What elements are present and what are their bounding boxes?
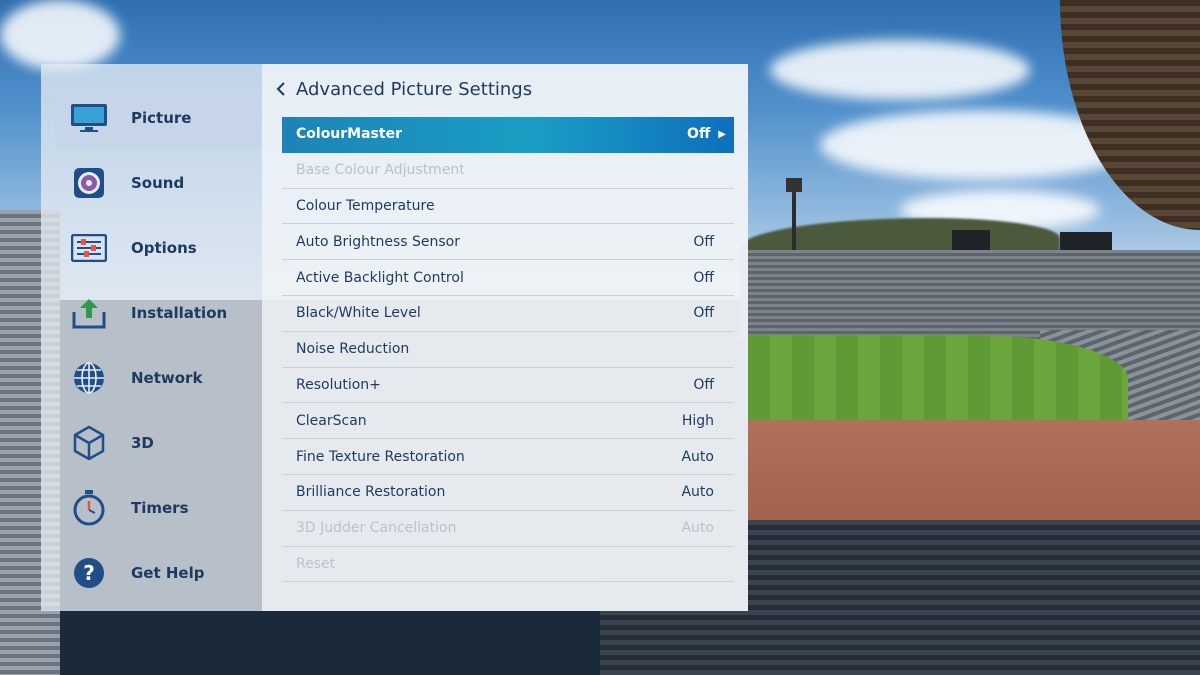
sidebar-item-network[interactable]: Network [55, 348, 261, 408]
setting-label: Auto Brightness Sensor [296, 233, 460, 250]
setting-label: Noise Reduction [296, 341, 410, 358]
sidebar: Picture Sound Options Installation Netwo… [41, 64, 262, 611]
sidebar-item-label: Installation [131, 304, 228, 322]
light-pole-head [786, 178, 802, 192]
globe-icon [67, 356, 111, 400]
sidebar-item-options[interactable]: Options [55, 218, 261, 278]
settings-list: ColourMaster Off ▶ Base Colour Adjustmen… [282, 117, 734, 583]
sidebar-item-installation[interactable]: Installation [55, 283, 261, 343]
setting-row-active-backlight-control[interactable]: Active Backlight Control Off [282, 260, 734, 296]
setting-label: Brilliance Restoration [296, 484, 446, 501]
setting-row-fine-texture-restoration[interactable]: Fine Texture Restoration Auto [282, 439, 734, 475]
setting-row-auto-brightness-sensor[interactable]: Auto Brightness Sensor Off [282, 224, 734, 261]
sidebar-item-timers[interactable]: Timers [55, 478, 261, 538]
setting-value: Off [693, 233, 714, 250]
sidebar-item-label: Network [131, 369, 203, 387]
sidebar-item-get-help[interactable]: ? Get Help [55, 543, 261, 603]
chevron-left-icon[interactable] [276, 79, 290, 99]
setting-value: Off [687, 126, 711, 143]
setting-row-clearscan[interactable]: ClearScan High [282, 403, 734, 440]
help-icon: ? [67, 551, 111, 595]
setting-value: Off [693, 269, 714, 286]
setting-label: Colour Temperature [296, 197, 435, 214]
setting-value: High [681, 412, 714, 429]
setting-row-3d-judder-cancellation: 3D Judder Cancellation Auto [282, 511, 734, 547]
setting-label: ClearScan [296, 412, 367, 429]
setting-value: Off [693, 305, 714, 322]
tv-icon [67, 96, 111, 140]
sidebar-item-label: Timers [131, 499, 189, 517]
header: Advanced Picture Settings [276, 76, 532, 102]
cloud [770, 40, 1030, 100]
stands-back [740, 250, 1200, 340]
setting-row-noise-reduction[interactable]: Noise Reduction [282, 332, 734, 368]
setting-row-brilliance-restoration[interactable]: Brilliance Restoration Auto [282, 475, 734, 511]
stopwatch-icon [67, 486, 111, 530]
setting-label: Fine Texture Restoration [296, 448, 465, 465]
setting-row-black-white-level[interactable]: Black/White Level Off [282, 296, 734, 332]
setting-value: Off [693, 376, 714, 393]
setting-row-colourmaster[interactable]: ColourMaster Off ▶ [282, 117, 734, 153]
sidebar-item-label: 3D [131, 434, 154, 452]
sidebar-item-sound[interactable]: Sound [55, 153, 261, 213]
sidebar-item-label: Sound [131, 174, 185, 192]
setting-label: Resolution+ [296, 376, 381, 393]
setting-row-base-colour-adjustment: Base Colour Adjustment [282, 153, 734, 189]
page-title: Advanced Picture Settings [296, 78, 533, 100]
setting-label: ColourMaster [296, 126, 402, 143]
svg-text:?: ? [83, 561, 95, 585]
installation-icon [67, 291, 111, 335]
setting-label: Base Colour Adjustment [296, 162, 465, 179]
setting-value: Auto [681, 484, 714, 501]
play-arrow-icon: ▶ [718, 128, 726, 140]
setting-row-colour-temperature[interactable]: Colour Temperature [282, 189, 734, 225]
settings-menu: Picture Sound Options Installation Netwo… [41, 64, 748, 611]
setting-label: 3D Judder Cancellation [296, 520, 457, 537]
sidebar-item-picture[interactable]: Picture [55, 88, 261, 148]
cube-icon [67, 421, 111, 465]
sidebar-item-label: Get Help [131, 564, 205, 582]
speaker-icon [67, 161, 111, 205]
options-icon [67, 226, 111, 270]
setting-row-resolution-plus[interactable]: Resolution+ Off [282, 368, 734, 404]
setting-label: Black/White Level [296, 305, 421, 322]
cloud [0, 0, 120, 70]
sidebar-item-label: Options [131, 239, 197, 257]
sidebar-item-label: Picture [131, 109, 192, 127]
setting-value: Auto [681, 520, 714, 537]
setting-row-reset: Reset [282, 547, 734, 583]
content-pane: Advanced Picture Settings ColourMaster O… [262, 64, 748, 611]
sidebar-item-3d[interactable]: 3D [55, 413, 261, 473]
setting-value: Auto [681, 448, 714, 465]
setting-label: Active Backlight Control [296, 269, 464, 286]
setting-label: Reset [296, 555, 336, 572]
